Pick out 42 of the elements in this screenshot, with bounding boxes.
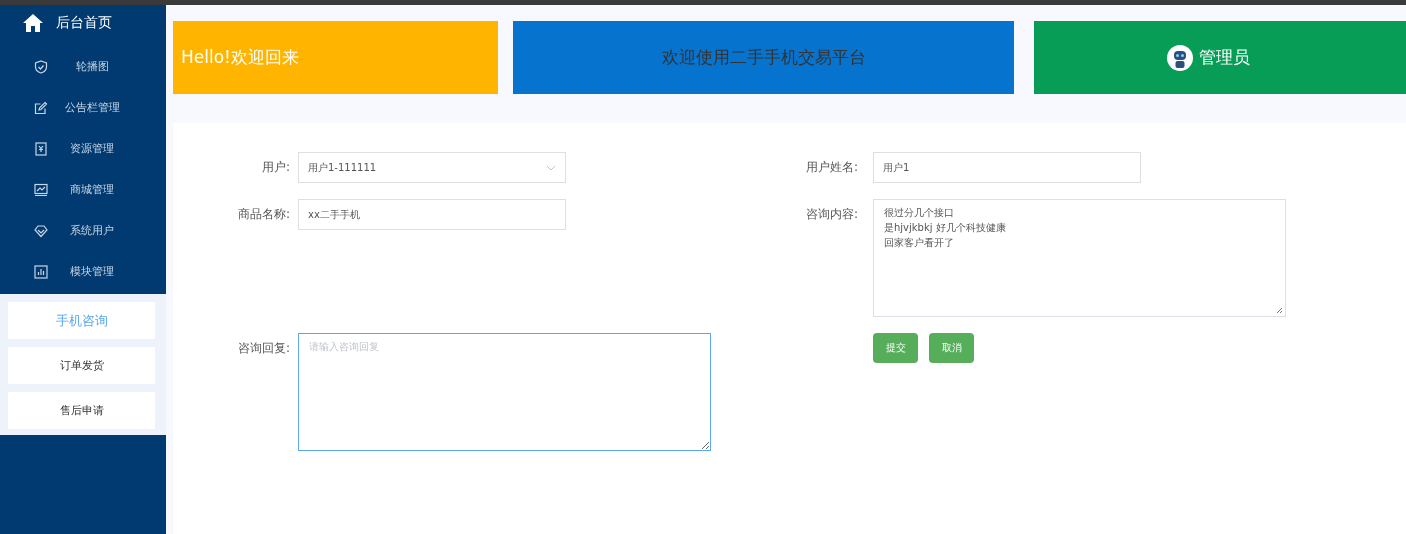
field-label: 用户: <box>260 159 290 176</box>
menu-label: 公告栏管理 <box>63 100 121 115</box>
user-select[interactable]: 用户1-111111 <box>298 152 566 183</box>
chart-icon <box>34 182 48 197</box>
home-menu-item[interactable]: 后台首页 <box>0 5 166 41</box>
edit-icon <box>34 100 48 115</box>
menu-item[interactable]: 模块管理 <box>0 251 166 292</box>
document-icon <box>34 141 48 156</box>
user-name-field[interactable]: 用户1 <box>873 152 1141 183</box>
menu-item[interactable]: 资源管理 <box>0 128 166 169</box>
resize-handle-icon[interactable] <box>1276 307 1283 314</box>
field-label: 咨询回复: <box>236 340 290 357</box>
menu-item[interactable]: 轮播图 <box>0 46 166 87</box>
robot-avatar-icon <box>1167 44 1193 71</box>
shield-icon <box>34 59 48 74</box>
menu-item[interactable]: 公告栏管理 <box>0 87 166 128</box>
diamond-icon <box>34 223 48 238</box>
menu-item[interactable]: 商城管理 <box>0 169 166 210</box>
menu-label: 模块管理 <box>69 264 115 279</box>
bar-chart-icon <box>34 264 48 279</box>
submenu-item[interactable]: 订单发货 <box>8 347 155 384</box>
field-label: 用户姓名: <box>804 159 858 176</box>
menu-label: 系统用户 <box>69 223 115 238</box>
menu-label: 商城管理 <box>69 182 115 197</box>
greeting-banner: Hello!欢迎回来 <box>173 21 498 94</box>
home-icon <box>22 13 44 33</box>
submenu-item[interactable]: 售后申请 <box>8 392 155 429</box>
field-label: 商品名称: <box>236 206 290 223</box>
content-field[interactable]: 很过分几个接口 是hjvjkbkj 好几个科技健康 回家客户看开了 <box>873 199 1286 317</box>
content-line: 很过分几个接口 <box>884 206 954 220</box>
role-label: 管理员 <box>1199 46 1250 69</box>
home-label: 后台首页 <box>56 14 112 32</box>
product-name-field[interactable]: xx二手手机 <box>298 199 566 230</box>
field-label: 咨询内容: <box>804 206 858 223</box>
chevron-down-icon <box>546 164 556 171</box>
menu-label: 轮播图 <box>74 59 110 74</box>
select-value: 用户1-111111 <box>308 160 377 175</box>
menu-item[interactable]: 系统用户 <box>0 210 166 251</box>
menu-label: 资源管理 <box>69 141 115 156</box>
content-line: 回家客户看开了 <box>884 236 954 250</box>
content-line: 是hjvjkbkj 好几个科技健康 <box>884 221 1006 235</box>
title-banner: 欢迎使用二手手机交易平台 <box>513 21 1014 94</box>
